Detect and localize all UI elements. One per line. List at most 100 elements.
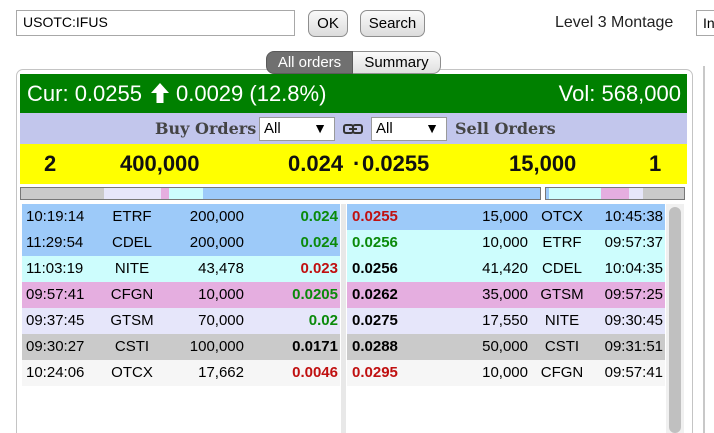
order-time: 09:30:27 (26, 338, 85, 355)
market-maker: CFGN (540, 364, 584, 381)
page-title: Level 3 Montage (555, 14, 674, 31)
depth-segment (642, 188, 684, 199)
depth-segment (161, 188, 169, 199)
inside-market-summary: 2 400,000 0.024 · 0.0255 15,000 1 (20, 144, 687, 184)
order-time: 09:30:45 (604, 312, 663, 329)
order-time: 09:31:51 (604, 338, 663, 355)
buy-order-row[interactable]: 10:19:14 ETRF 200,000 0.024 (22, 204, 340, 230)
sell-order-row[interactable]: 0.0256 10,000 ETRF 09:57:37 (347, 230, 665, 256)
buy-order-row[interactable]: 09:57:41 CFGN 10,000 0.0205 (22, 282, 340, 308)
sell-order-row[interactable]: 0.0275 17,550 NITE 09:30:45 (347, 308, 665, 334)
market-maker: GTSM (110, 312, 154, 329)
tab-summary[interactable]: Summary (353, 51, 441, 74)
order-price: 0.0262 (352, 286, 398, 303)
depth-segment (548, 188, 602, 199)
market-maker: CSTI (544, 338, 580, 355)
buy-order-row[interactable]: 09:30:27 CSTI 100,000 0.0171 (22, 334, 340, 360)
market-maker: CSTI (114, 338, 150, 355)
market-maker: CDEL (111, 234, 152, 251)
order-size: 17,550 (482, 312, 528, 329)
order-time: 11:03:19 (26, 260, 84, 277)
buy-order-row[interactable]: 11:03:19 NITE 43,478 0.023 (22, 256, 340, 282)
order-price: 0.0256 (352, 260, 398, 277)
order-price: 0.023 (300, 260, 338, 277)
order-size: 200,000 (189, 234, 244, 251)
column-divider (341, 204, 346, 433)
cur-label: Cur: (27, 81, 69, 106)
order-time: 11:29:54 (26, 234, 84, 251)
current-quote: Cur: 0.0255 0.0029 (12.8%) (27, 74, 326, 113)
filter-bar: Buy Orders All ▼ All ▼ Sell Orders (20, 113, 687, 144)
sell-order-row[interactable]: 0.0262 35,000 GTSM 09:57:25 (347, 282, 665, 308)
order-time: 09:57:37 (604, 234, 663, 251)
ok-button[interactable]: OK (308, 10, 348, 37)
sell-filter-value: All (376, 120, 393, 137)
vol-label: Vol: (558, 81, 596, 106)
order-size: 43,478 (198, 260, 244, 277)
order-size: 41,420 (482, 260, 528, 277)
sell-order-row[interactable]: 0.0256 41,420 CDEL 10:04:35 (347, 256, 665, 282)
market-maker: ETRF (542, 234, 582, 251)
order-time: 09:57:41 (26, 286, 85, 303)
bid-count: 2 (44, 151, 57, 176)
market-maker: CFGN (110, 286, 154, 303)
depth-segment (202, 188, 540, 199)
side-panel-edge (703, 66, 714, 433)
sell-orders-table: 0.0255 15,000 OTCX 10:45:38 0.0256 10,000 ETRF… (347, 204, 665, 386)
link-icon[interactable] (343, 120, 363, 138)
tab-all-orders[interactable]: All orders (266, 51, 353, 74)
depth-segment (628, 188, 643, 199)
buy-order-row[interactable]: 09:37:45 GTSM 70,000 0.02 (22, 308, 340, 334)
bid-size: 400,000 (120, 151, 200, 176)
buy-filter-value: All (264, 120, 281, 137)
order-price: 0.024 (300, 208, 338, 225)
buy-filter-select[interactable]: All ▼ (259, 117, 335, 141)
order-size: 17,662 (198, 364, 244, 381)
buy-orders-table: 10:19:14 ETRF 200,000 0.024 11:29:54 CDEL 200,… (22, 204, 340, 386)
depth-segment (21, 188, 105, 199)
buy-order-row[interactable]: 11:29:54 CDEL 200,000 0.024 (22, 230, 340, 256)
sell-order-row[interactable]: 0.0255 15,000 OTCX 10:45:38 (347, 204, 665, 230)
market-maker: NITE (114, 260, 150, 277)
order-price: 0.0171 (292, 338, 338, 355)
order-price: 0.0046 (292, 364, 338, 381)
order-price: 0.0205 (292, 286, 338, 303)
right-field[interactable]: In (696, 10, 714, 36)
symbol-input[interactable]: USOTC:IFUS (16, 10, 295, 36)
sell-filter-select[interactable]: All ▼ (371, 117, 447, 141)
cur-value: 0.0255 (74, 81, 142, 106)
buy-order-row[interactable]: 10:24:06 OTCX 17,662 0.0046 (22, 360, 340, 386)
order-size: 10,000 (198, 286, 244, 303)
order-size: 50,000 (482, 338, 528, 355)
scrollbar-thumb[interactable] (669, 207, 681, 433)
dropdown-caret-icon: ▼ (313, 120, 327, 136)
sell-depth-bar (545, 187, 685, 200)
order-time: 10:19:14 (26, 208, 85, 225)
order-price: 0.0275 (352, 312, 398, 329)
order-size: 15,000 (482, 208, 528, 225)
order-size: 10,000 (482, 364, 528, 381)
order-size: 70,000 (198, 312, 244, 329)
quote-bar: Cur: 0.0255 0.0029 (12.8%) Vol: 568,000 (20, 74, 687, 113)
market-maker: NITE (544, 312, 580, 329)
market-maker: OTCX (541, 208, 583, 225)
sell-order-row[interactable]: 0.0288 50,000 CSTI 09:31:51 (347, 334, 665, 360)
ask-size: 15,000 (509, 151, 577, 176)
ask-price: 0.0255 (362, 151, 430, 176)
ask-count: 1 (649, 151, 662, 176)
order-price: 0.024 (300, 234, 338, 251)
order-size: 200,000 (189, 208, 244, 225)
vol-value: 568,000 (601, 81, 681, 106)
sell-order-row[interactable]: 0.0295 10,000 CFGN 09:57:41 (347, 360, 665, 386)
search-button[interactable]: Search (360, 10, 425, 37)
bid-price: 0.024 (288, 151, 344, 176)
order-time: 09:57:41 (604, 364, 663, 381)
arrow-up-icon (150, 83, 169, 103)
depth-segment (601, 188, 629, 199)
order-time: 09:37:45 (26, 312, 85, 329)
sell-orders-label: Sell Orders (455, 119, 556, 138)
level3-montage-window: USOTC:IFUS OK Search Level 3 Montage In … (0, 0, 714, 433)
order-time: 10:45:38 (604, 208, 663, 225)
order-time: 09:57:25 (604, 286, 663, 303)
order-price: 0.0288 (352, 338, 398, 355)
